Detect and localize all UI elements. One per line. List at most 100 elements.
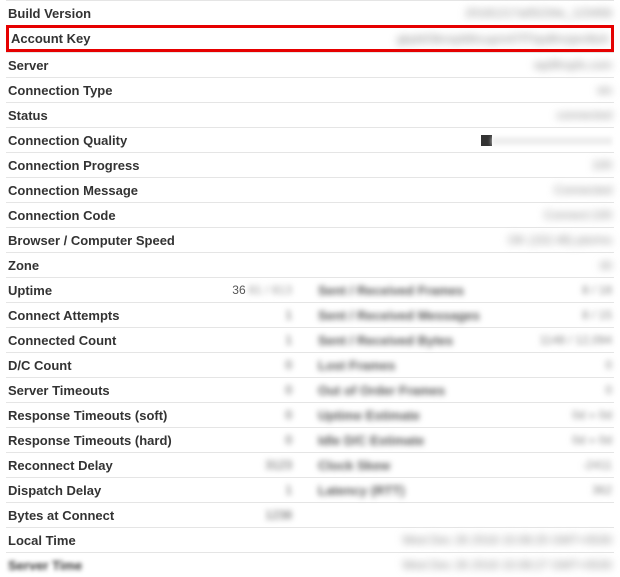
stat-left-value: 0 [178,383,292,397]
stat-row: Dispatch Delay1Latency (RTT)362 [6,477,614,502]
stat-right-pair: Out of Order Frames0 [310,383,612,398]
stat-left-label: Server Timeouts [8,383,178,398]
row-value: gkpb03knxpfdhcupm47fThpdfmzjen9izh [191,32,609,46]
row-value: 20181217a05234e_123456 [188,6,612,20]
stat-left-pair: Connected Count1 [8,333,310,348]
row-label: Connection Message [8,183,188,198]
stat-row: Connect Attempts1Sent / Received Message… [6,302,614,327]
stat-row: Bytes at Connect1238 [6,502,614,527]
row-label: Status [8,108,188,123]
info-row: Serverwp9fropfx.com [6,52,614,77]
stat-row: Server Timeouts0Out of Order Frames0 [6,377,614,402]
stat-right-value: 0d » 0d [424,433,612,447]
row-value: Connect:100 [188,208,612,222]
stat-right-pair: Idle D/C Estimate0d » 0d [310,433,612,448]
stat-left-label: Connected Count [8,333,178,348]
quality-dot-icon [481,135,492,146]
stat-left-label: D/C Count [8,358,178,373]
row-value: sb [188,258,612,272]
stat-left-pair: Connect Attempts1 [8,308,310,323]
row-value: connected [188,108,612,122]
stat-row: Connected Count1Sent / Received Bytes114… [6,327,614,352]
quality-track [492,137,612,145]
stat-left-label: Response Timeouts (hard) [8,433,178,448]
stat-right-pair: Sent / Received Frames8 / 18 [310,283,612,298]
value-local-time: Wed Dec 26 2018 15:08:25 GMT+0530 [188,533,612,547]
value-server-time: Wed Dec 26 2018 15:08:27 GMT+0530 [188,558,612,572]
stat-left-pair: Uptime3681 / 813 [8,283,310,298]
stat-right-value: 362 [405,483,612,497]
row-label: Connection Quality [8,133,188,148]
row-label: Browser / Computer Speed [8,233,188,248]
label-local-time: Local Time [8,533,188,548]
stat-right-value: -2411 [390,458,612,472]
stat-right-pair: Sent / Received Messages8 / 15 [310,308,612,323]
stat-left-label: Reconnect Delay [8,458,178,473]
stat-right-pair: Lost Frames0 [310,358,612,373]
stat-left-value: 3123 [178,458,292,472]
stat-left-value: 1 [178,333,292,347]
info-row: Zonesb [6,252,614,277]
row-label: Build Version [8,6,188,21]
stat-right-value: 0 [395,358,612,372]
stat-right-pair: Clock Skew-2411 [310,458,612,473]
row-label: Connection Progress [8,158,188,173]
stat-left-pair: Dispatch Delay1 [8,483,310,498]
stat-row: Reconnect Delay3123Clock Skew-2411 [6,452,614,477]
stat-left-label: Dispatch Delay [8,483,178,498]
row-label: Zone [8,258,188,273]
stat-right-label: Latency (RTT) [318,483,405,498]
stat-right-value: 1148 / 12,094 [453,333,612,347]
stat-right-label: Lost Frames [318,358,395,373]
row-label: Connection Type [8,83,188,98]
stat-row: Response Timeouts (soft)0 Uptime Estimate… [6,402,614,427]
row-value [188,133,612,147]
info-row: Statusconnected [6,102,614,127]
info-row: Account Keygkpb03knxpfdhcupm47fThpdfmzje… [6,25,614,52]
stat-left-label: Uptime [8,283,178,298]
stat-right-pair: Latency (RTT)362 [310,483,612,498]
server-time-row: Server Time Wed Dec 26 2018 15:08:27 GMT… [6,552,614,577]
local-time-row: Local Time Wed Dec 26 2018 15:08:25 GMT+… [6,527,614,552]
stat-right-label: Uptime Estimate [318,408,420,423]
row-value: Connected [188,183,612,197]
info-row: Connection Typews [6,77,614,102]
stat-right-label: Idle D/C Estimate [318,433,424,448]
stat-left-value: 0 [178,433,292,447]
stat-right-value: 8 / 15 [480,308,612,322]
stat-left-value: 1 [178,483,292,497]
row-label: Server [8,58,188,73]
stat-right-label: Sent / Received Frames [318,283,464,298]
stat-right-label: Sent / Received Bytes [318,333,453,348]
row-value: OK (152.46) pts/ms [188,233,612,247]
stat-left-value: 1238 [178,508,292,522]
stat-left-value: 0 [178,408,292,422]
quality-indicator [481,133,612,147]
row-value: 100 [188,158,612,172]
row-label: Connection Code [8,208,188,223]
stat-left-label: Connect Attempts [8,308,178,323]
info-row: Build Version20181217a05234e_123456 [6,0,614,25]
stat-right-pair: Sent / Received Bytes1148 / 12,094 [310,333,612,348]
stat-right-value: 0d » 0d [420,408,612,422]
stat-row: D/C Count0Lost Frames0 [6,352,614,377]
stat-right-value: 8 / 18 [464,283,612,297]
row-label: Account Key [11,31,191,46]
stat-right-label: Out of Order Frames [318,383,445,398]
stat-left-value: 1 [178,308,292,322]
stat-left-value: 3681 / 813 [178,283,292,297]
stat-left-value: 0 [178,358,292,372]
info-row: Connection Quality [6,127,614,152]
stat-left-pair: D/C Count0 [8,358,310,373]
stat-left-pair: Response Timeouts (soft)0 [8,408,310,423]
stat-right-label: Clock Skew [318,458,390,473]
row-value: ws [188,83,612,97]
info-row: Connection CodeConnect:100 [6,202,614,227]
info-row: Browser / Computer SpeedOK (152.46) pts/… [6,227,614,252]
stat-left-label: Response Timeouts (soft) [8,408,178,423]
stat-left-pair: Server Timeouts0 [8,383,310,398]
stat-right-value: 0 [445,383,612,397]
diagnostics-panel: Build Version20181217a05234e_123456Accou… [0,0,620,577]
row-value: wp9fropfx.com [188,58,612,72]
stat-left-pair: Reconnect Delay3123 [8,458,310,473]
